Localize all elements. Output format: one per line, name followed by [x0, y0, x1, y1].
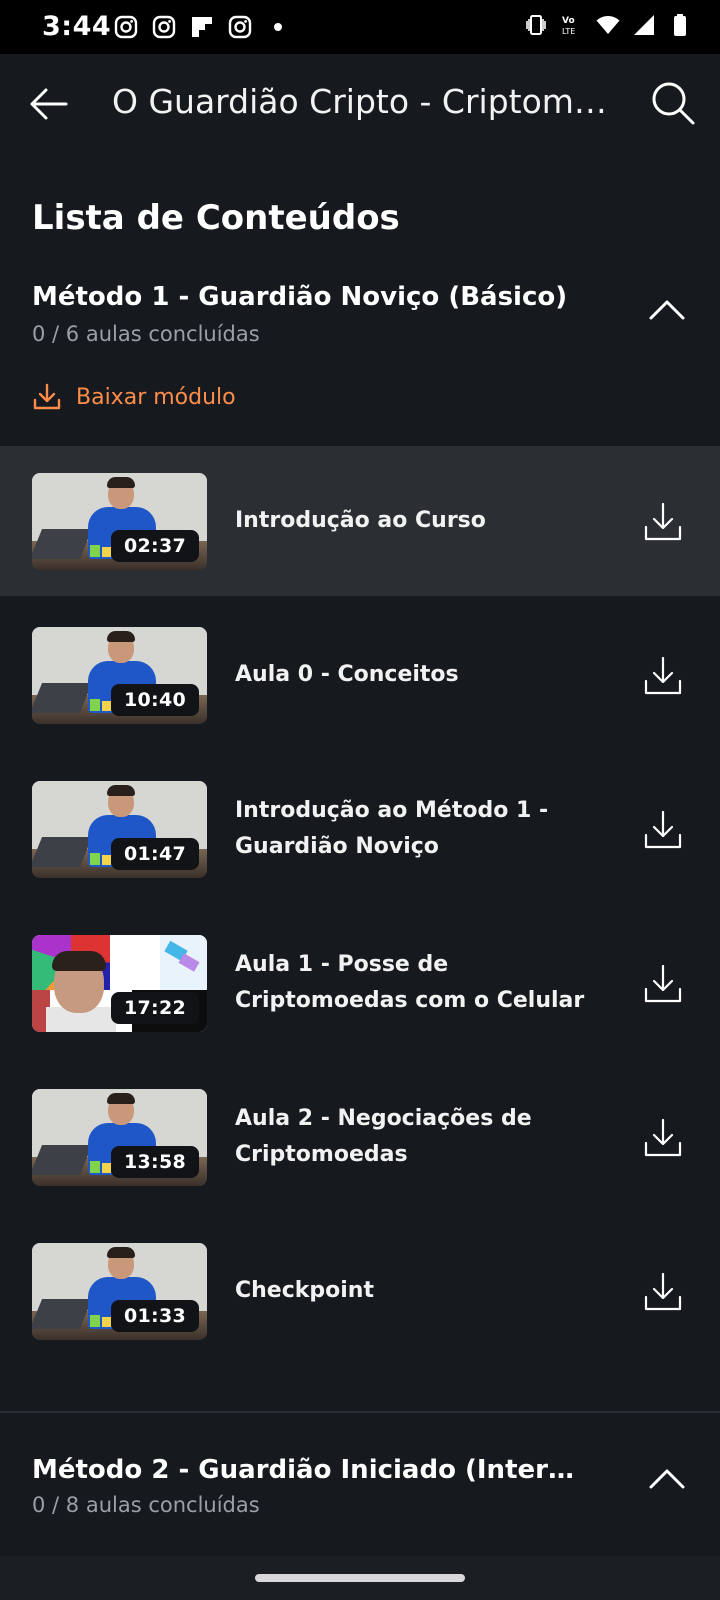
lesson-row[interactable]: 01:47 Introdução ao Método 1 - Guardião …	[0, 754, 720, 904]
lesson-thumbnail: 17:22	[32, 935, 207, 1032]
lesson-row[interactable]: 02:37 Introdução ao Curso	[0, 446, 720, 596]
page-title: O Guardião Cripto - Criptomoedas	[112, 82, 612, 121]
module-divider	[0, 1411, 720, 1413]
lesson-duration: 01:47	[111, 838, 199, 870]
lesson-title: Aula 0 - Conceitos	[235, 662, 459, 687]
download-icon[interactable]	[644, 501, 682, 541]
dot-icon	[274, 23, 282, 31]
wifi-icon	[596, 16, 620, 34]
lesson-row[interactable]: 10:40 Aula 0 - Conceitos	[0, 600, 720, 750]
lesson-duration: 01:33	[111, 1300, 199, 1332]
arrow-left-icon[interactable]	[26, 82, 70, 126]
lesson-row[interactable]: 01:33 Checkpoint	[0, 1216, 720, 1366]
notification-icons	[114, 15, 290, 39]
lesson-duration: 10:40	[111, 684, 199, 716]
svg-text:LTE: LTE	[562, 27, 575, 36]
status-bar: 3:44 Vo LTE	[0, 0, 720, 54]
signal-icon	[634, 15, 654, 35]
lesson-title: Aula 2 - Negociações de Criptomoedas	[235, 1106, 532, 1167]
vibrate-icon	[526, 15, 546, 35]
flipboard-icon	[192, 17, 212, 37]
download-icon[interactable]	[644, 809, 682, 849]
module-title[interactable]: Método 1 - Guardião Noviço (Básico)	[32, 282, 612, 312]
battery-icon	[674, 14, 686, 36]
lesson-title: Introdução ao Método 1 - Guardião Noviço	[235, 798, 549, 859]
lesson-thumbnail: 02:37	[32, 473, 207, 570]
lesson-title: Introdução ao Curso	[235, 508, 486, 533]
lesson-thumbnail: 01:47	[32, 781, 207, 878]
app-bar: O Guardião Cripto - Criptomoedas	[0, 54, 720, 158]
volte-icon: VoLTE	[562, 16, 575, 36]
instagram-icon	[114, 15, 138, 39]
content-list-heading: Lista de Conteúdos	[32, 198, 400, 238]
search-icon[interactable]	[650, 80, 696, 126]
lesson-duration: 17:22	[111, 992, 199, 1024]
svg-text:Vo: Vo	[562, 16, 575, 26]
chevron-up-icon[interactable]	[648, 296, 686, 322]
module-title[interactable]: Método 2 - Guardião Iniciado (Intermediá…	[32, 1455, 592, 1485]
lesson-title: Aula 1 - Posse de Criptomoedas com o Cel…	[235, 952, 585, 1013]
navigation-bar	[0, 1556, 720, 1600]
instagram-icon	[152, 15, 176, 39]
lesson-row[interactable]: 13:58 Aula 2 - Negociações de Criptomoed…	[0, 1062, 720, 1212]
download-icon[interactable]	[644, 1271, 682, 1311]
lesson-title: Checkpoint	[235, 1278, 374, 1303]
module-progress: 0 / 6 aulas concluídas	[32, 322, 260, 346]
home-gesture-handle[interactable]	[255, 1574, 465, 1582]
download-module-label: Baixar módulo	[76, 384, 236, 410]
download-icon[interactable]	[644, 963, 682, 1003]
lesson-thumbnail: 10:40	[32, 627, 207, 724]
lesson-thumbnail: 01:33	[32, 1243, 207, 1340]
status-time: 3:44	[42, 11, 112, 42]
module-progress: 0 / 8 aulas concluídas	[32, 1493, 260, 1517]
chevron-up-icon[interactable]	[648, 1465, 686, 1491]
lesson-duration: 13:58	[111, 1146, 199, 1178]
instagram-icon	[228, 15, 252, 39]
lesson-duration: 02:37	[111, 530, 199, 562]
download-icon[interactable]	[644, 1117, 682, 1157]
lesson-thumbnail: 13:58	[32, 1089, 207, 1186]
download-icon[interactable]	[644, 655, 682, 695]
download-module-button[interactable]: Baixar módulo	[32, 382, 236, 412]
system-icons: Vo LTE	[524, 13, 692, 37]
download-icon	[33, 383, 61, 410]
lesson-row[interactable]: 17:22 Aula 1 - Posse de Criptomoedas com…	[0, 908, 720, 1058]
